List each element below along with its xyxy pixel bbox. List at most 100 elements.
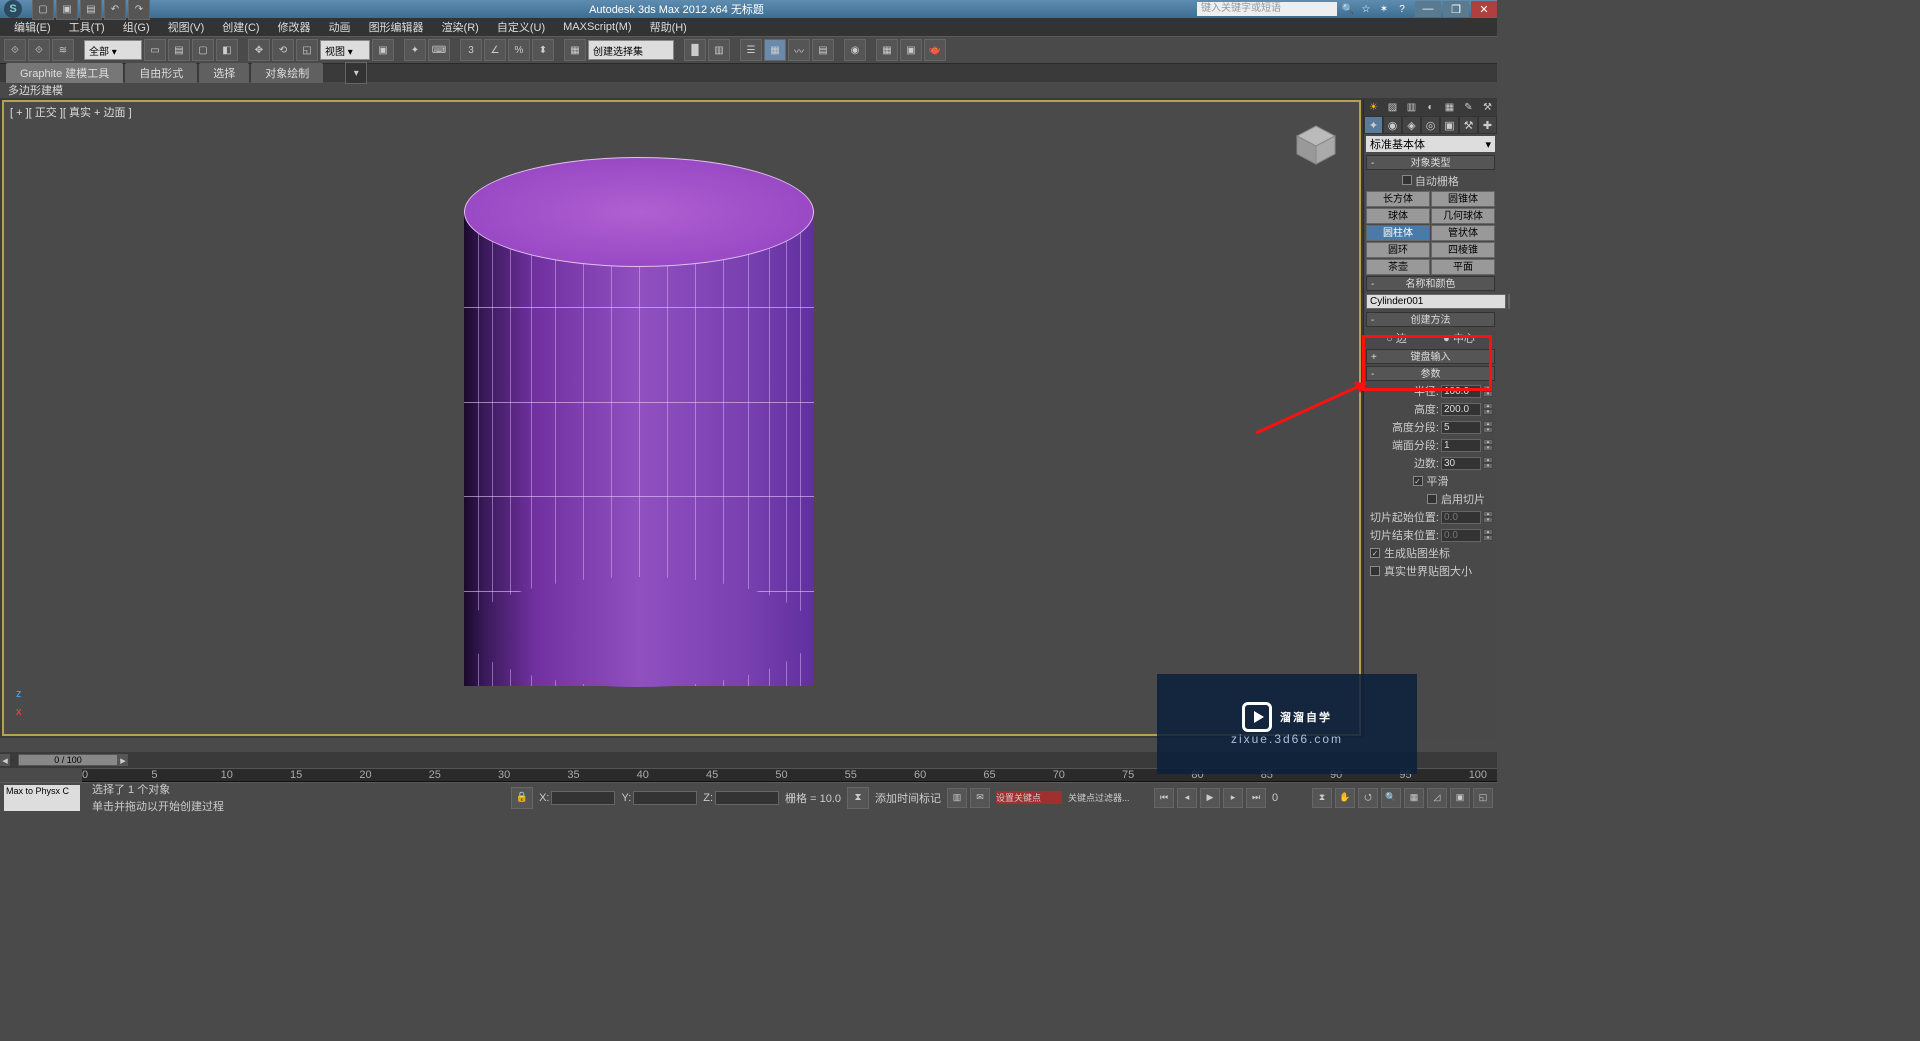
obj-pyramid-button[interactable]: 四棱锥 (1431, 242, 1495, 258)
viewport-label[interactable]: [ + ][ 正交 ][ 真实 + 边面 ] (10, 104, 132, 120)
cp-new-light-icon[interactable]: ☀ (1367, 100, 1381, 114)
schematic-icon[interactable]: ▤ (812, 39, 834, 61)
coord-y-input[interactable] (633, 791, 697, 805)
menu-grapheditors[interactable]: 图形编辑器 (361, 19, 432, 35)
primitive-category-dropdown[interactable]: 标准基本体▾ (1366, 136, 1495, 152)
select-region-icon[interactable]: ▢ (192, 39, 214, 61)
next-frame-icon[interactable]: ▸ (1223, 788, 1243, 808)
unlink-icon[interactable]: ⟐ (28, 39, 50, 61)
help-search-input[interactable]: 键入关键字或短语 (1197, 2, 1337, 16)
obj-box-button[interactable]: 长方体 (1366, 191, 1430, 207)
rollout-parameters[interactable]: 参数 (1366, 366, 1495, 381)
menu-edit[interactable]: 编辑(E) (6, 19, 59, 35)
rollout-keyboard-entry[interactable]: 键盘输入 (1366, 349, 1495, 364)
zoom-icon[interactable]: 🔍 (1381, 788, 1401, 808)
ribbon-min-icon[interactable]: ▾ (345, 62, 367, 84)
hseg-input[interactable]: 5 (1441, 421, 1481, 434)
menu-maxscript[interactable]: MAXScript(M) (555, 21, 639, 33)
slice-from-input[interactable]: 0.0 (1441, 511, 1481, 524)
tab-freeform[interactable]: 自由形式 (125, 63, 197, 83)
spinner-snap-icon[interactable]: ⬍ (532, 39, 554, 61)
ribbon-panel-label[interactable]: 多边形建模 (8, 82, 63, 98)
mirror-icon[interactable]: ▐▌ (684, 39, 706, 61)
set-key-button[interactable]: 设置关键点 (996, 791, 1062, 804)
autogrid-checkbox[interactable] (1402, 175, 1412, 185)
cseg-spinner[interactable]: ▴▾ (1483, 439, 1493, 451)
viewcube[interactable] (1291, 120, 1341, 170)
radio-edge[interactable]: ○ 边 (1386, 330, 1407, 346)
obj-torus-button[interactable]: 圆环 (1366, 242, 1430, 258)
menu-modifiers[interactable]: 修改器 (270, 19, 319, 35)
angle-snap-icon[interactable]: ∠ (484, 39, 506, 61)
menu-animation[interactable]: 动画 (321, 19, 359, 35)
real-uv-checkbox[interactable] (1370, 566, 1380, 576)
zoom-extents-icon[interactable]: ▣ (1450, 788, 1470, 808)
hseg-spinner[interactable]: ▴▾ (1483, 421, 1493, 433)
subscription-icon[interactable]: ☆ (1359, 2, 1373, 16)
rollout-name-color[interactable]: 名称和颜色 (1366, 276, 1495, 291)
max-viewport-icon[interactable]: ◱ (1473, 788, 1493, 808)
edit-named-sel-icon[interactable]: ▦ (564, 39, 586, 61)
add-time-tag[interactable]: 添加时间标记 (875, 790, 941, 806)
slice-from-spinner[interactable]: ▴▾ (1483, 511, 1493, 523)
time-tag-icon[interactable]: ⧗ (847, 787, 869, 809)
comm-center-icon[interactable]: ✉ (970, 788, 990, 808)
zoom-all-icon[interactable]: ▦ (1404, 788, 1424, 808)
obj-tube-button[interactable]: 管状体 (1431, 225, 1495, 241)
keyboard-shortcut-icon[interactable]: ⌨ (428, 39, 450, 61)
object-color-swatch[interactable] (1508, 294, 1510, 309)
select-name-icon[interactable]: ▤ (168, 39, 190, 61)
cylinder-object[interactable] (464, 157, 814, 687)
viewport[interactable]: [ + ][ 正交 ][ 真实 + 边面 ] (2, 100, 1361, 736)
window-minimize-button[interactable]: — (1415, 1, 1441, 17)
cp-icon7[interactable]: ⚒ (1481, 100, 1495, 114)
menu-customize[interactable]: 自定义(U) (489, 19, 553, 35)
time-config-icon[interactable]: ⧗ (1312, 788, 1332, 808)
time-prev-button[interactable]: ◂ (0, 754, 10, 766)
slice-to-input[interactable]: 0.0 (1441, 529, 1481, 542)
render-icon[interactable]: 🫖 (924, 39, 946, 61)
cp-icon4[interactable]: ◐ (1424, 100, 1438, 114)
ref-coord-dropdown[interactable]: 视图 ▾ (320, 40, 370, 60)
radius-spinner[interactable]: ▴▾ (1483, 385, 1493, 397)
graphite-icon[interactable]: ▦ (764, 39, 786, 61)
obj-cylinder-button[interactable]: 圆柱体 (1366, 225, 1430, 241)
app-icon[interactable]: S (4, 0, 22, 18)
key-filters-button[interactable]: 关键点过滤器... (1068, 791, 1148, 804)
coord-x-input[interactable] (551, 791, 615, 805)
lock-selection-icon[interactable]: 🔒 (511, 787, 533, 809)
isolate-icon[interactable]: ▥ (947, 788, 967, 808)
move-icon[interactable]: ✥ (248, 39, 270, 61)
smooth-checkbox[interactable]: ✓ (1413, 476, 1423, 486)
tab-selection[interactable]: 选择 (199, 63, 249, 83)
curve-editor-icon[interactable]: 〰 (788, 39, 810, 61)
qat-redo-icon[interactable]: ↷ (128, 0, 150, 20)
align-icon[interactable]: ▥ (708, 39, 730, 61)
gen-uv-checkbox[interactable]: ✓ (1370, 548, 1380, 558)
tab-objectpaint[interactable]: 对象绘制 (251, 63, 323, 83)
coord-z-input[interactable] (715, 791, 779, 805)
obj-cone-button[interactable]: 圆锥体 (1431, 191, 1495, 207)
radio-center[interactable]: ● 中心 (1443, 330, 1475, 346)
menu-views[interactable]: 视图(V) (160, 19, 213, 35)
goto-end-icon[interactable]: ⏭ (1246, 788, 1266, 808)
menu-help[interactable]: 帮助(H) (642, 19, 695, 35)
menu-create[interactable]: 创建(C) (214, 19, 267, 35)
exchange-icon[interactable]: ✶ (1377, 2, 1391, 16)
maxscript-listener[interactable]: Max to Physx C (4, 785, 80, 811)
render-frame-icon[interactable]: ▣ (900, 39, 922, 61)
render-setup-icon[interactable]: ▦ (876, 39, 898, 61)
height-input[interactable]: 200.0 (1441, 403, 1481, 416)
cp-icon5[interactable]: ▦ (1443, 100, 1457, 114)
tab-display-icon[interactable]: ▣ (1440, 116, 1459, 134)
sides-input[interactable]: 30 (1441, 457, 1481, 470)
goto-start-icon[interactable]: ⏮ (1154, 788, 1174, 808)
object-name-input[interactable] (1366, 294, 1506, 309)
tab-graphite[interactable]: Graphite 建模工具 (6, 63, 123, 83)
named-selection-dropdown[interactable]: 创建选择集 (588, 40, 674, 60)
slice-on-checkbox[interactable] (1427, 494, 1437, 504)
scale-icon[interactable]: ◱ (296, 39, 318, 61)
percent-snap-icon[interactable]: % (508, 39, 530, 61)
current-frame-input[interactable]: 0 (1272, 792, 1306, 804)
time-next-button[interactable]: ▸ (118, 754, 128, 766)
